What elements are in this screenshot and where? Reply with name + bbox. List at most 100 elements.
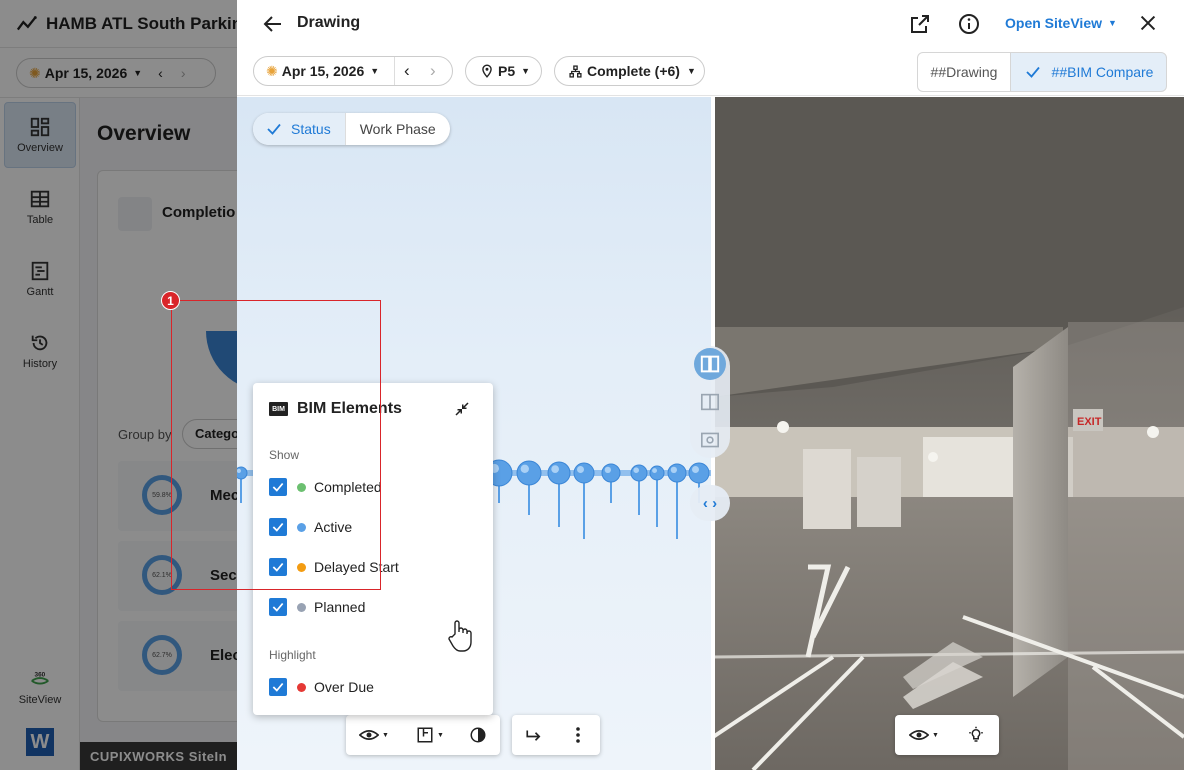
side-by-side-button[interactable] (694, 348, 726, 380)
split-view-controls (690, 346, 730, 458)
check-icon (272, 522, 284, 532)
floorplan-icon (417, 727, 433, 743)
panel-title: BIM Elements (297, 400, 402, 417)
swap-panes-button[interactable]: ‹ › (690, 485, 730, 521)
bim-sprinkler-element[interactable] (601, 463, 621, 483)
tab-drawing[interactable]: ##Drawing (917, 52, 1011, 92)
status-filter-label: Complete (+6) (587, 63, 680, 79)
checkbox[interactable] (269, 558, 287, 576)
redirect-button[interactable] (512, 715, 556, 755)
bim-sprinkler-element[interactable] (649, 465, 665, 481)
exit-sign: EXIT (1077, 416, 1102, 428)
check-icon (272, 482, 284, 492)
bim-sprinkler-element[interactable] (237, 466, 248, 480)
show-active-checkbox[interactable]: Active (269, 517, 352, 537)
color-mode-status[interactable]: Status (253, 113, 345, 145)
caret-down-icon: ▼ (686, 66, 696, 76)
show-completed-checkbox[interactable]: Completed (269, 477, 382, 497)
bim-sprinkler-element[interactable] (630, 464, 648, 482)
caret-down-icon: ▼ (521, 66, 531, 76)
color-mode-toggle[interactable]: Status Work Phase (253, 113, 450, 145)
photo-visibility-menu-button[interactable]: ▼ (895, 715, 953, 755)
contrast-button[interactable] (458, 715, 498, 755)
check-icon (1025, 66, 1040, 78)
hand-cursor-icon (448, 620, 472, 652)
bim-elements-panel: BIM BIM Elements Show Completed Active D… (253, 383, 493, 715)
checkbox-label: Planned (314, 599, 366, 615)
bim-sprinkler-element[interactable] (667, 463, 687, 483)
bim-highlight (551, 465, 559, 473)
drawing-toolbar: ✺ Apr 15, 2026 ▼ ‹ › P5 ▼ Complete (+6) … (237, 48, 1184, 96)
close-icon[interactable] (1137, 12, 1159, 34)
bim-sprinkler-element[interactable] (688, 462, 710, 484)
checkbox[interactable] (269, 598, 287, 616)
bim-highlight (652, 468, 657, 473)
show-section-label: Show (269, 448, 300, 462)
bim-sprinkler-element[interactable] (573, 462, 595, 484)
color-mode-label: Status (291, 121, 331, 137)
show-delayed-start-checkbox[interactable]: Delayed Start (269, 557, 399, 577)
annotation-number: 1 (161, 291, 180, 310)
prev-date-icon[interactable]: ‹ (404, 61, 410, 81)
info-icon[interactable] (957, 12, 981, 36)
show-planned-checkbox[interactable]: Planned (269, 597, 365, 617)
bim-highlight (520, 464, 529, 473)
color-mode-work-phase[interactable]: Work Phase (344, 113, 450, 145)
checkbox[interactable] (269, 678, 287, 696)
divider (394, 57, 395, 85)
tab-bim-compare[interactable]: ##BIM Compare (1010, 52, 1167, 92)
bim-sprinkler-element[interactable] (516, 460, 542, 486)
open-siteview-button[interactable]: Open SiteView ▼ (1005, 15, 1117, 31)
visibility-menu-button[interactable]: ▼ (346, 715, 402, 755)
caret-down-icon: ▼ (382, 731, 389, 739)
share-icon[interactable] (908, 12, 932, 36)
site-photo-viewer[interactable]: EXIT (713, 97, 1184, 770)
tab-label: ##BIM Compare (1051, 64, 1154, 80)
contrast-icon (470, 727, 486, 743)
next-date-icon[interactable]: › (430, 61, 436, 81)
status-dot (297, 682, 306, 692)
collapse-icon[interactable] (453, 400, 471, 418)
bim-highlight (604, 466, 611, 473)
overlay-view-icon (701, 393, 719, 411)
checkbox-label: Active (314, 519, 353, 535)
checkbox-label: Delayed Start (314, 559, 399, 575)
lighting-button[interactable] (953, 715, 999, 755)
checkbox[interactable] (269, 518, 287, 536)
status-filter[interactable]: Complete (+6) ▼ (554, 56, 705, 86)
eye-icon (359, 730, 380, 740)
caret-down-icon: ▼ (370, 66, 380, 76)
checkbox-label: Over Due (314, 679, 374, 695)
bim-highlight (692, 466, 699, 473)
highlight-over-due-checkbox[interactable]: Over Due (269, 677, 374, 697)
bim-highlight (670, 466, 677, 473)
sun-icon: ✺ (266, 62, 278, 79)
more-options-button[interactable] (556, 715, 600, 755)
back-arrow-icon[interactable] (261, 12, 285, 36)
arrow-right-icon (526, 730, 541, 741)
parking-garage-photo: EXIT (713, 97, 1184, 770)
overlay-view-button[interactable] (694, 386, 726, 418)
level-selector[interactable]: P5 ▼ (465, 56, 542, 86)
drawing-header: Drawing Open SiteView ▼ (237, 0, 1184, 48)
chevrons-horizontal-icon: ‹ › (702, 494, 718, 512)
caret-down-icon: ▼ (932, 731, 939, 739)
bim-badge-icon: BIM (269, 402, 288, 416)
date-label: Apr 15, 2026 (281, 63, 365, 79)
checkbox-label: Completed (314, 479, 382, 495)
highlight-section-label: Highlight (269, 648, 316, 662)
date-selector[interactable]: ✺ Apr 15, 2026 ▼ ‹ › (253, 56, 453, 86)
caret-down-icon: ▼ (437, 731, 444, 739)
bim-sprinkler-element[interactable] (547, 461, 571, 485)
compare-view-button[interactable] (694, 424, 726, 456)
drawing-title: Drawing (297, 14, 361, 31)
caret-down-icon: ▼ (1108, 18, 1117, 28)
photo-view-toolbar: ▼ (895, 715, 999, 755)
checkbox[interactable] (269, 478, 287, 496)
status-dot (297, 482, 306, 492)
bim-highlight (633, 467, 639, 474)
floorplan-menu-button[interactable]: ▼ (402, 715, 458, 755)
check-icon (272, 602, 284, 612)
more-vertical-icon (576, 727, 580, 743)
check-icon (267, 123, 281, 135)
